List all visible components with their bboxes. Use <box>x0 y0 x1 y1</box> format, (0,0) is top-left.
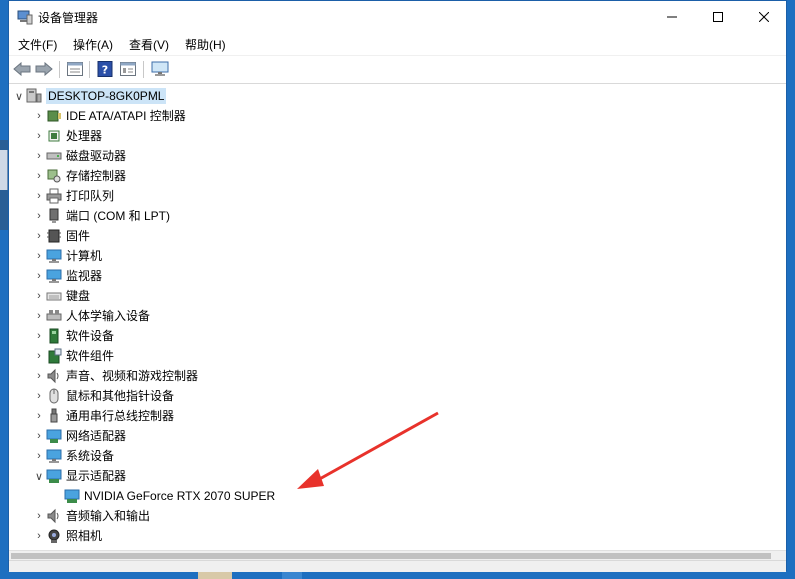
annotation-arrow-shaft <box>315 411 439 483</box>
annotation-arrow-head <box>297 469 324 489</box>
annotation-arrow <box>297 411 439 489</box>
